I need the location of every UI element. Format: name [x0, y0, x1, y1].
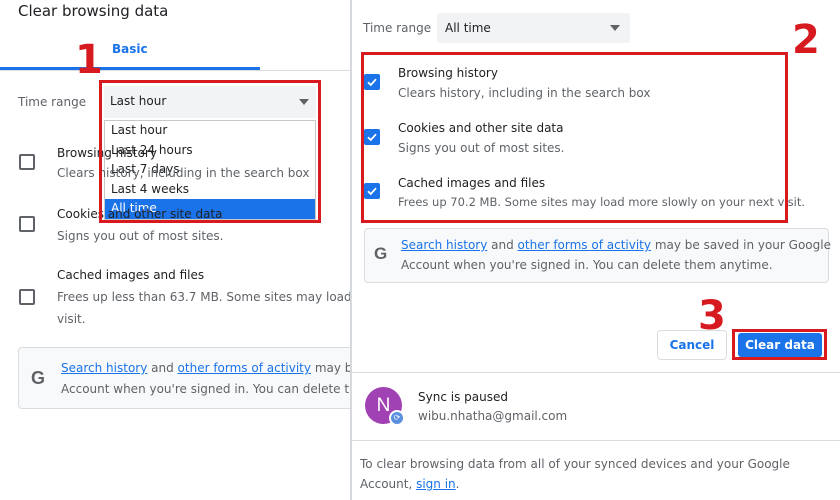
- search-history-link[interactable]: Search history: [401, 238, 487, 252]
- notice-text-saved: may be saved in your Google: [651, 238, 831, 252]
- google-activity-notice: G Search history and other forms of acti…: [364, 228, 831, 283]
- notice-text-and: and: [147, 361, 178, 375]
- google-notice-line2: Account when you're signed in. You can d…: [61, 382, 350, 396]
- caret-down-icon: [610, 25, 620, 31]
- google-notice-line1: Search history and other forms of activi…: [401, 235, 831, 256]
- dialog-title: Clear browsing data: [18, 2, 169, 20]
- search-history-link[interactable]: Search history: [61, 361, 147, 375]
- cached-images-subtitle: Frees up less than 63.7 MB. Some sites m…: [57, 290, 350, 304]
- cancel-button[interactable]: Cancel: [657, 330, 727, 360]
- google-notice-line2: Account when you're signed in. You can d…: [401, 258, 773, 272]
- time-range-label: Time range: [363, 21, 432, 35]
- tab-basic[interactable]: Basic: [112, 42, 148, 56]
- footer-sync-notice: To clear browsing data from all of your …: [360, 454, 830, 494]
- cookies-subtitle: Signs you out of most sites.: [57, 229, 224, 243]
- clear-data-button[interactable]: Clear data: [738, 333, 822, 357]
- google-g-icon: G: [31, 368, 46, 388]
- cached-images-subtitle-line2: visit.: [57, 312, 86, 326]
- sign-in-link[interactable]: sign in: [416, 477, 456, 491]
- footer-divider: [352, 440, 840, 441]
- account-email: wibu.nhatha@gmail.com: [418, 409, 568, 423]
- annotation-box-1: [99, 80, 321, 223]
- google-notice-line1: Search history and other forms of activi…: [61, 358, 350, 379]
- sync-status: Sync is paused: [418, 390, 508, 404]
- cached-images-checkbox[interactable]: [19, 289, 35, 305]
- time-range-label: Time range: [18, 95, 87, 109]
- right-panel-dialog: Time range All time Browsing history Cle…: [352, 0, 840, 500]
- account-divider: [352, 372, 840, 373]
- google-g-icon: G: [374, 244, 388, 263]
- other-activity-link[interactable]: other forms of activity: [518, 238, 651, 252]
- notice-text-saved: may be saved in your Google: [314, 361, 350, 375]
- browsing-history-checkbox[interactable]: [19, 154, 35, 170]
- step-number-2: 2: [792, 17, 820, 63]
- notice-text-and: and: [487, 238, 518, 252]
- footer-period: .: [455, 477, 460, 491]
- cookies-checkbox[interactable]: [19, 216, 35, 232]
- time-range-select[interactable]: All time: [437, 13, 630, 43]
- time-range-value: All time: [445, 21, 491, 35]
- cached-images-title: Cached images and files: [57, 268, 205, 282]
- google-activity-notice: G Search history and other forms of acti…: [18, 347, 350, 409]
- tab-divider: [0, 70, 350, 71]
- sync-paused-icon: ⟳: [389, 410, 405, 426]
- step-number-1: 1: [75, 37, 103, 83]
- left-panel-basic-dialog: Clear browsing data Basic Time range Las…: [0, 0, 350, 500]
- other-activity-link[interactable]: other forms of activity: [178, 361, 311, 375]
- annotation-box-2: [361, 52, 788, 223]
